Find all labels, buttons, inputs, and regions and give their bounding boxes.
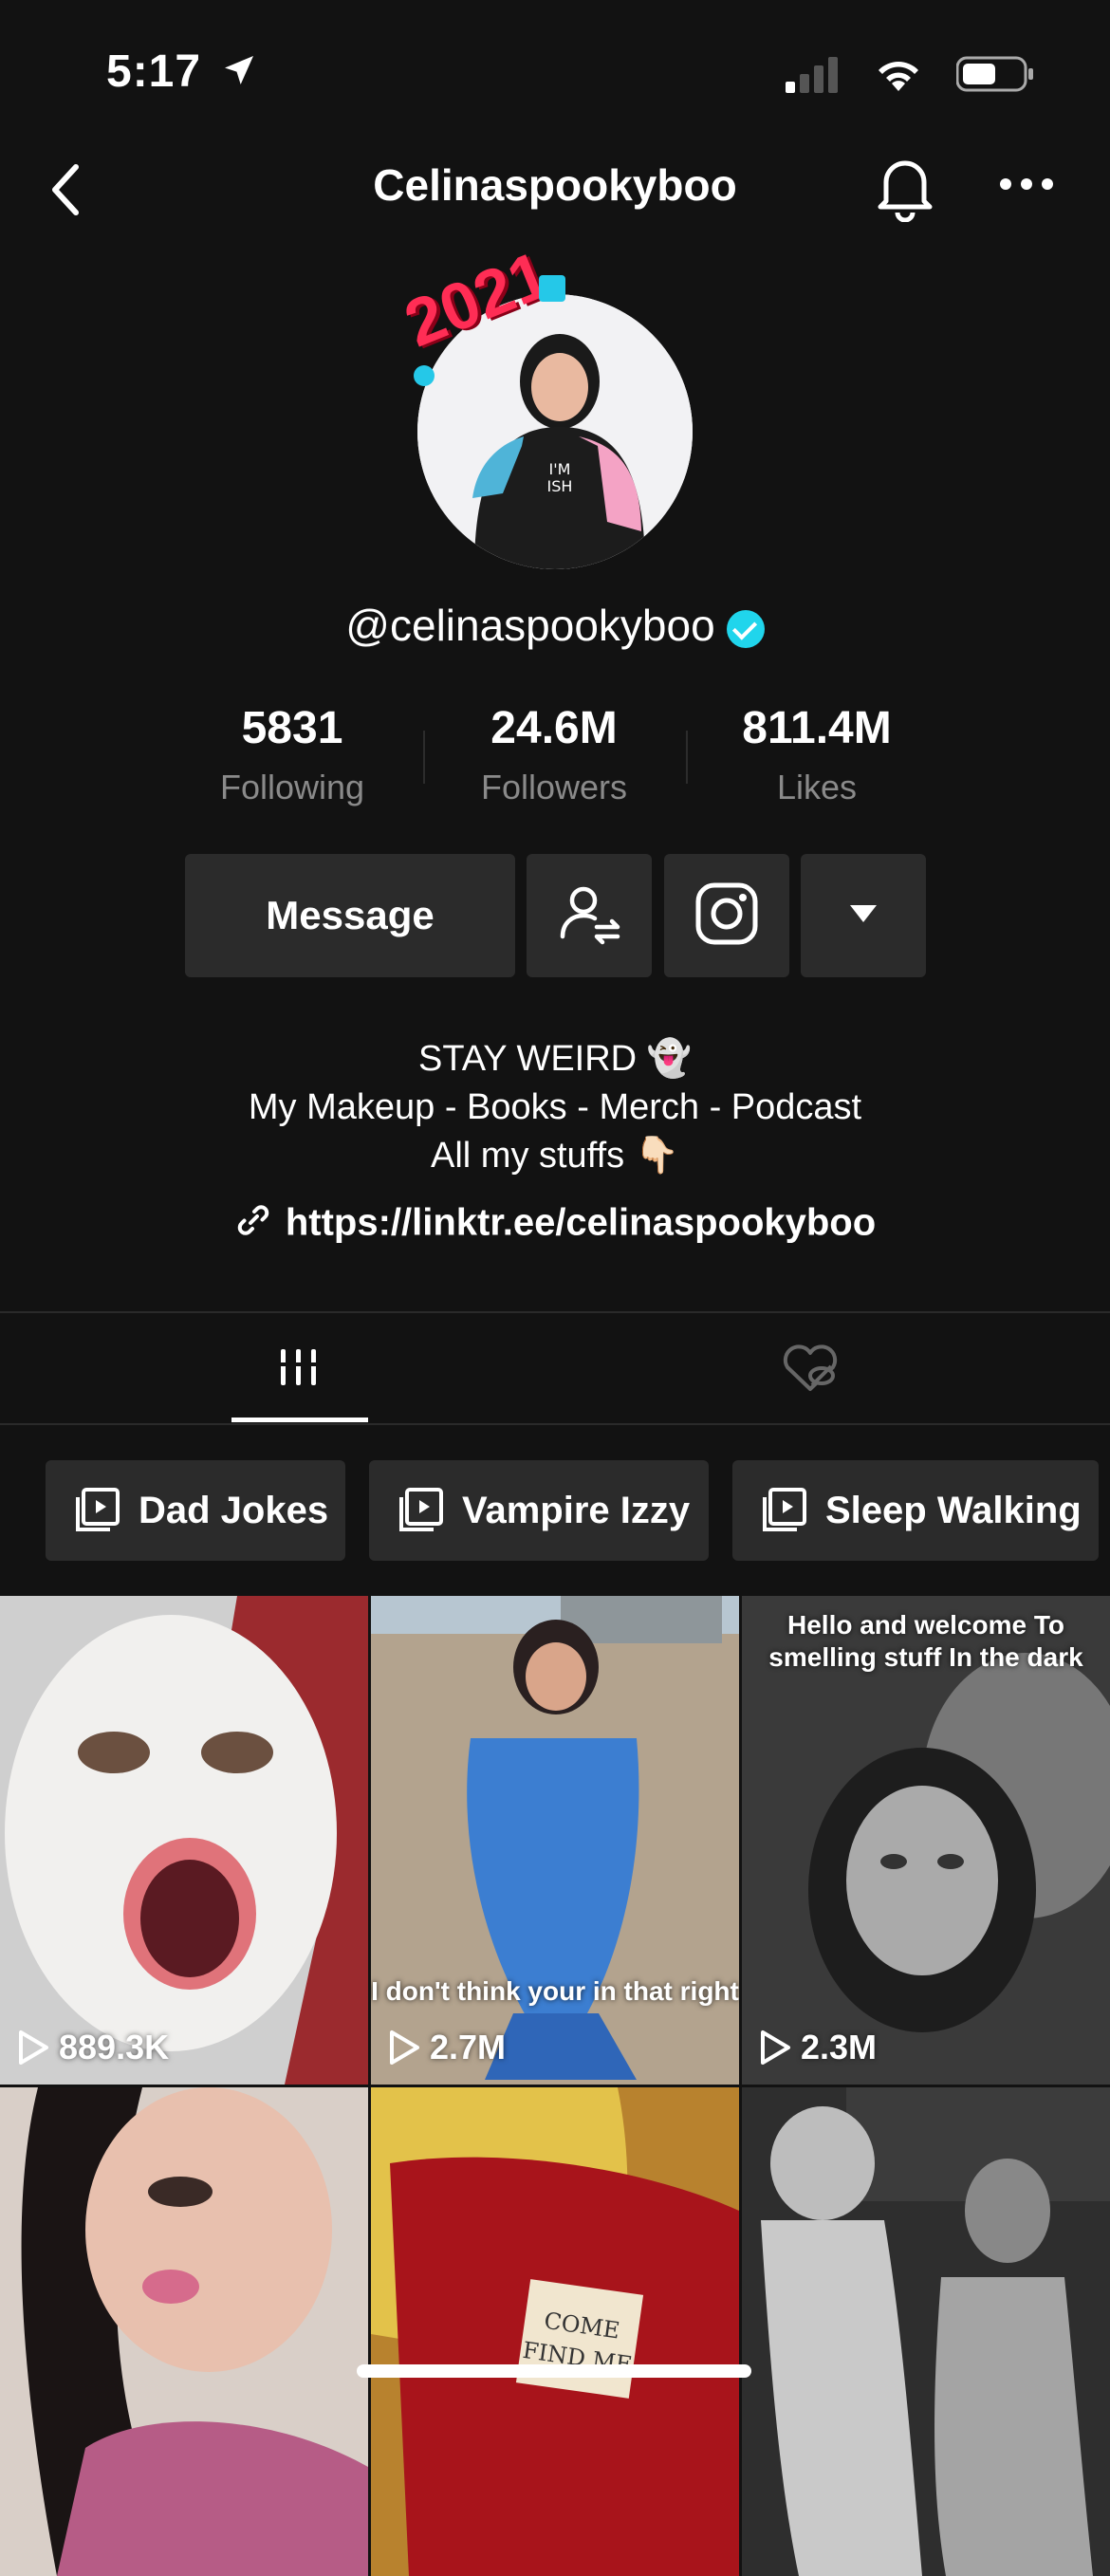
playlist-label: Vampire Izzy (462, 1489, 691, 1531)
divider (0, 1423, 1110, 1425)
tab-liked[interactable] (780, 1342, 841, 1398)
playlist-icon (399, 1488, 443, 1531)
playlist-chip[interactable]: Sleep Walking (732, 1460, 1099, 1561)
link-text: https://linktr.ee/celinaspookyboo (285, 1201, 877, 1244)
link-icon (234, 1201, 272, 1249)
stat-followers[interactable]: 24.6M Followers (431, 702, 677, 807)
thumbnail-image (371, 1596, 739, 2085)
bell-icon (873, 160, 937, 226)
tab-videos[interactable] (275, 1344, 323, 1396)
video-caption: I don't think your in that right (371, 1976, 739, 2006)
location-arrow-icon (220, 48, 258, 101)
page-title: Celinaspookyboo (373, 160, 737, 210)
instagram-button[interactable] (664, 854, 789, 977)
bio-link[interactable]: https://linktr.ee/celinaspookyboo (0, 1201, 1110, 1249)
wifi-icon (873, 55, 924, 98)
stat-label: Following (219, 768, 365, 806)
playlist-chip[interactable]: Dad Jokes (46, 1460, 345, 1561)
view-count-text: 2.7M (430, 2028, 507, 2066)
hidden-heart-icon (780, 1344, 841, 1397)
signal-icon (786, 55, 841, 98)
stat-label: Followers (480, 768, 628, 806)
notification-bell-button[interactable] (873, 154, 937, 227)
bio-line: All my stuffs 👇🏻 (431, 1136, 679, 1176)
profile-handle: @celinaspookyboo (0, 600, 1110, 651)
stat-label: Likes (776, 768, 858, 806)
playlist-chip[interactable]: Vampire Izzy (369, 1460, 709, 1561)
stat-divider (686, 731, 688, 784)
instagram-icon (694, 880, 760, 952)
bio-line: STAY WEIRD 👻 (417, 1039, 692, 1079)
play-icon (390, 2030, 419, 2065)
view-count: 2.3M (759, 2028, 877, 2067)
battery-icon (955, 55, 1034, 98)
view-count-text: 2.3M (801, 2028, 878, 2066)
play-icon (761, 2030, 790, 2065)
dropdown-button[interactable] (801, 854, 926, 977)
suggested-accounts-button[interactable] (527, 854, 652, 977)
view-count-text: 889.3K (59, 2028, 170, 2066)
video-thumbnail[interactable]: Hello and welcome To smelling stuff In t… (742, 1596, 1110, 2085)
play-icon (19, 2030, 48, 2065)
video-caption: Hello and welcome To smelling stuff In t… (768, 1610, 1083, 1672)
verified-icon (726, 609, 765, 648)
caret-down-icon (850, 904, 877, 927)
tab-indicator (231, 1418, 368, 1422)
bio-line: My Makeup - Books - Merch - Podcast (248, 1087, 862, 1127)
stat-likes[interactable]: 811.4M Likes (694, 702, 940, 807)
status-time: 5:17 (106, 46, 258, 101)
message-button[interactable]: Message (185, 854, 515, 977)
user-swap-icon (555, 880, 623, 953)
playlist-label: Sleep Walking (825, 1489, 1082, 1531)
playlist-icon (763, 1488, 806, 1531)
video-thumbnail[interactable]: I don't think your in that right 2.7M (371, 1596, 739, 2085)
view-count: 2.7M (388, 2028, 506, 2067)
handle-text: @celinaspookyboo (345, 601, 715, 650)
view-count: 889.3K (17, 2028, 169, 2067)
stat-value: 5831 (241, 703, 343, 753)
stat-value: 811.4M (742, 703, 892, 753)
badge-dot (414, 365, 435, 386)
video-thumbnail[interactable]: 889.3K (0, 1596, 368, 2085)
more-options-button[interactable] (998, 175, 1055, 198)
stat-following[interactable]: 5831 Following (169, 702, 416, 807)
playlist-icon (76, 1488, 120, 1531)
divider (0, 1311, 1110, 1313)
video-thumbnail[interactable]: COME FIND ME (371, 2087, 739, 2576)
stat-value: 24.6M (490, 703, 618, 753)
video-thumbnail[interactable] (742, 2087, 1110, 2576)
stat-divider (423, 731, 425, 784)
thumbnail-image (742, 2087, 1110, 2576)
grid-icon (275, 1349, 323, 1395)
more-dots-icon (998, 178, 1055, 197)
thumbnail-image (0, 1596, 368, 2085)
svg-text:ISH: ISH (547, 477, 573, 495)
video-thumbnail[interactable] (0, 2087, 368, 2576)
playlist-label: Dad Jokes (139, 1489, 329, 1531)
badge-dot (539, 275, 565, 302)
status-icons (786, 55, 1034, 98)
home-indicator[interactable] (357, 2364, 751, 2378)
svg-text:I'M: I'M (549, 460, 571, 478)
thumbnail-image (0, 2087, 368, 2576)
